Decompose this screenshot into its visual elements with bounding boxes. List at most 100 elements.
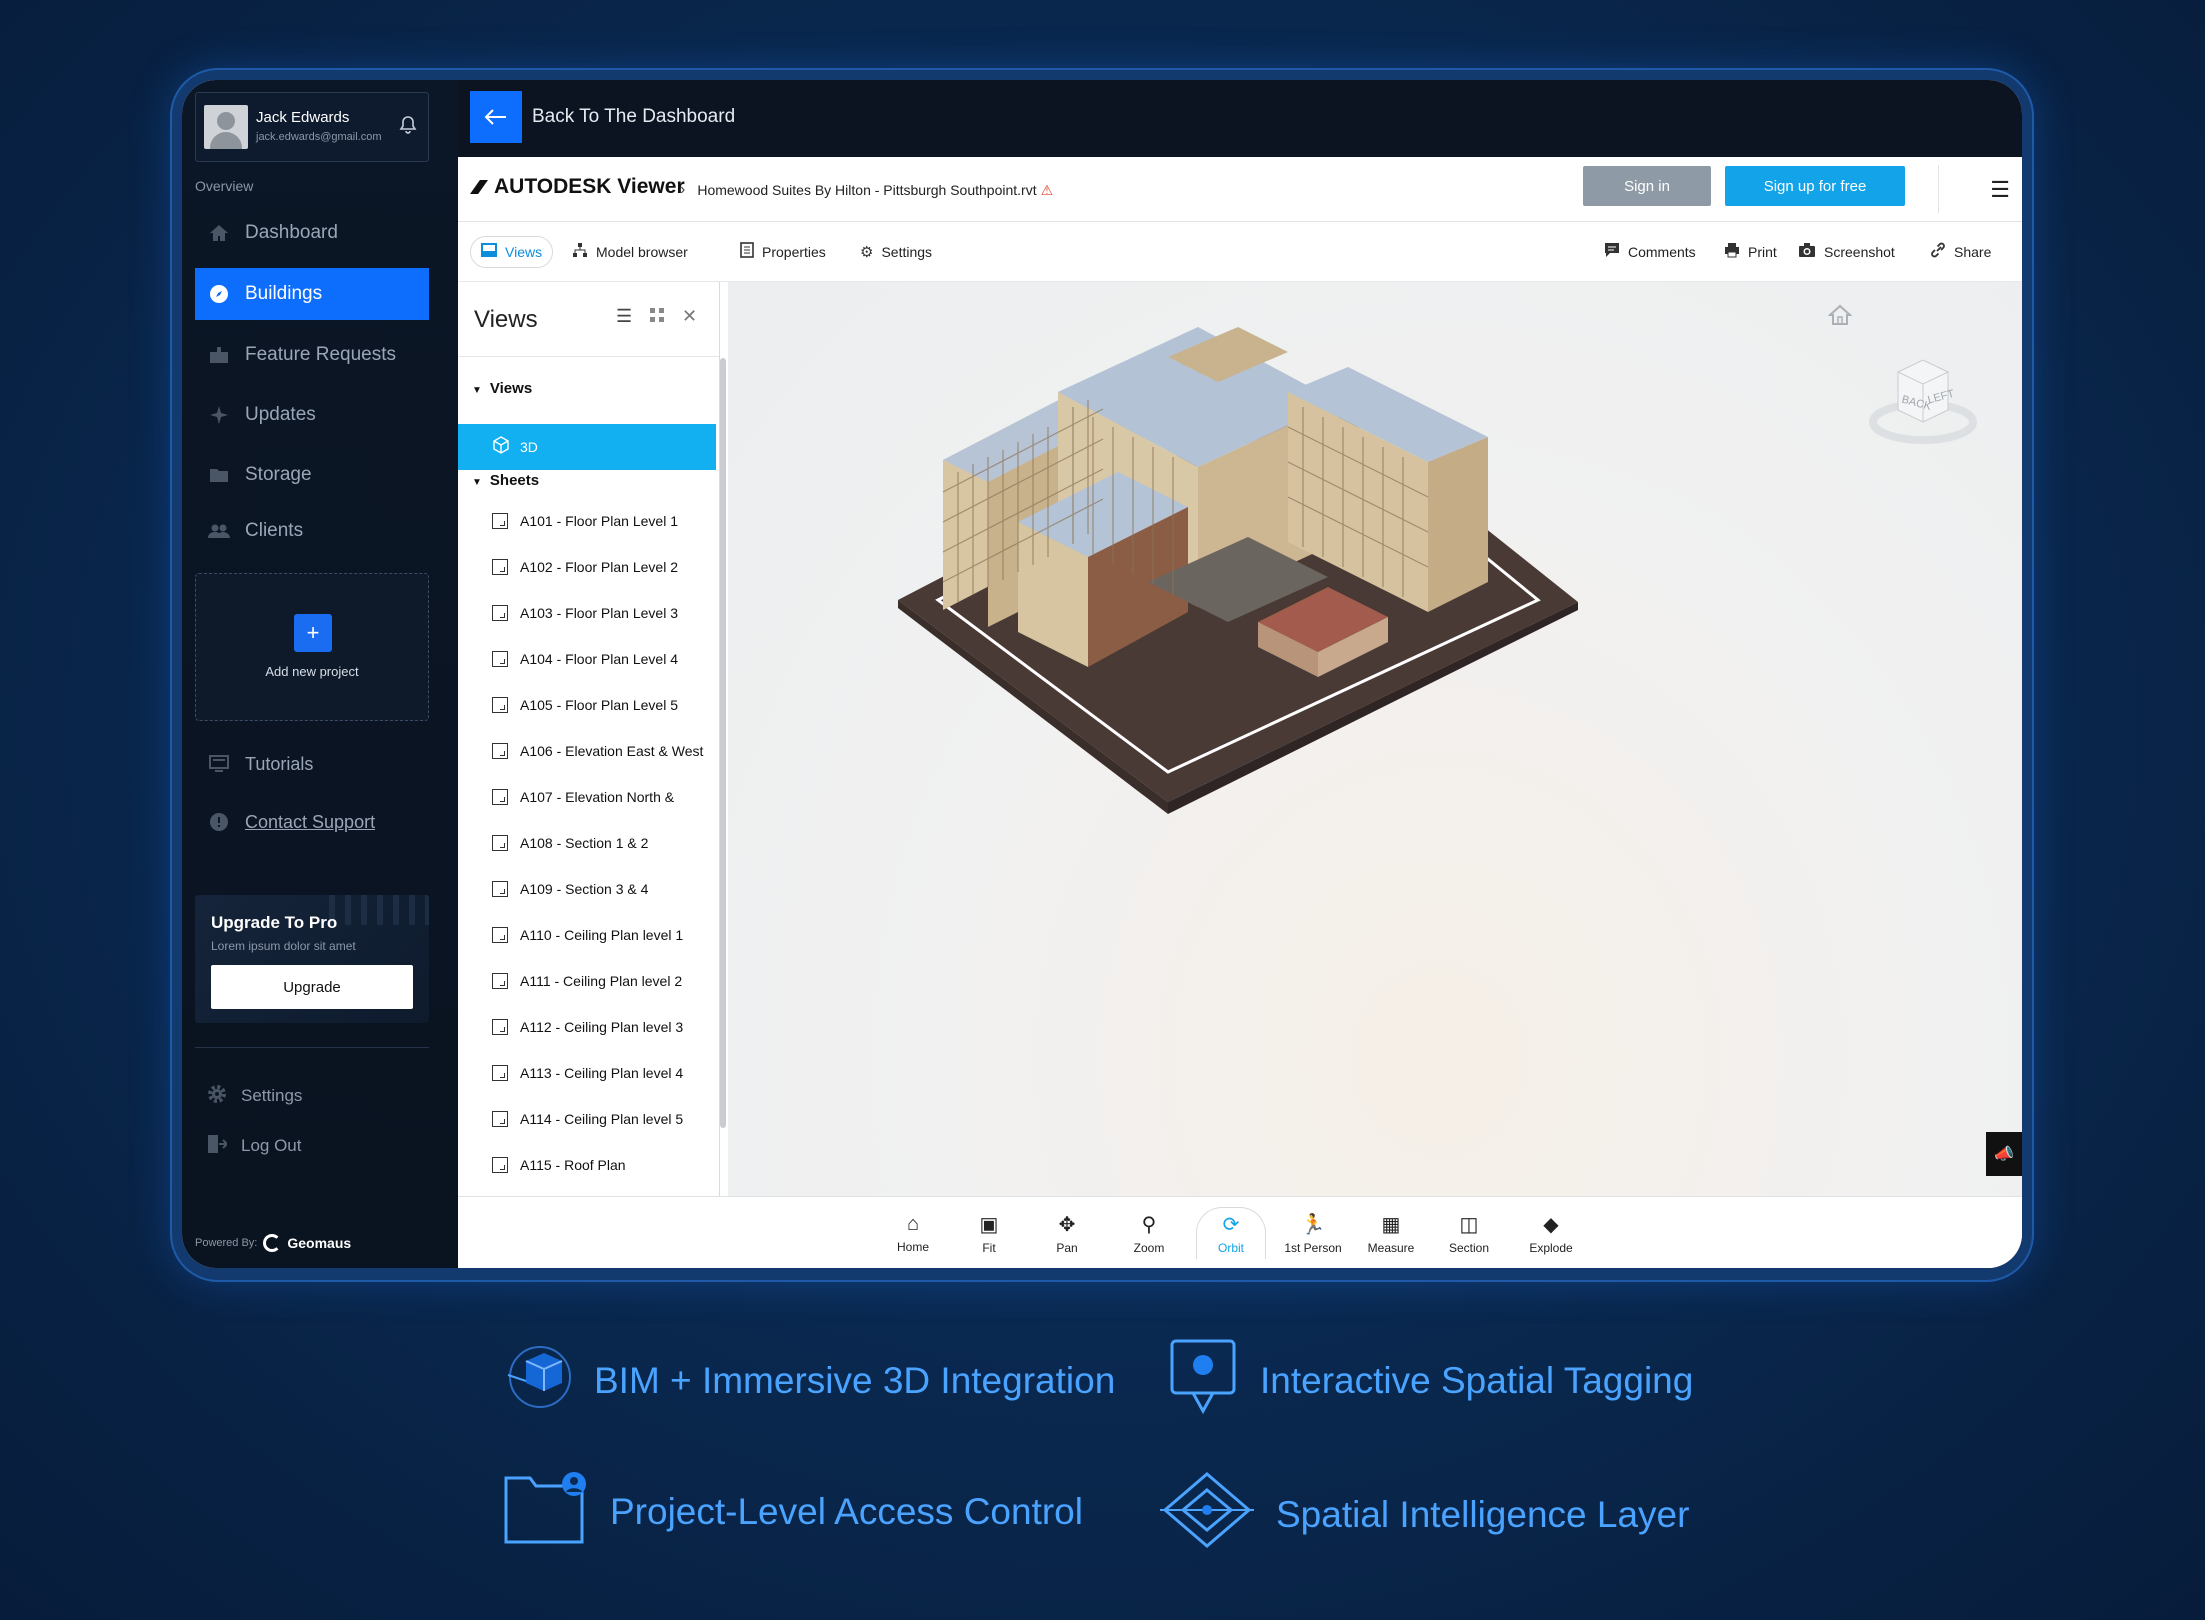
folder-icon [207,463,231,487]
file-name: Homewood Suites By Hilton - Pittsburgh S… [697,182,1037,198]
tool-section[interactable]: ◫ Section [1434,1207,1504,1259]
megaphone-icon[interactable]: 📣 [1986,1132,2022,1176]
tool-label: Orbit [1217,1241,1244,1255]
sheet-item[interactable]: A112 - Ceiling Plan level 3 [492,1014,683,1040]
divider [458,356,719,357]
sparkle-icon [207,403,231,427]
tool-home[interactable]: ⌂ Home [878,1207,948,1259]
building-model [898,327,1578,814]
tab-label: Model browser [596,244,688,260]
3d-viewport[interactable]: BACK LEFT 📣 [728,282,2022,1196]
sidebar-item-settings[interactable]: Settings [195,1076,302,1116]
tab-settings[interactable]: ⚙ Settings [850,236,942,268]
sign-up-button[interactable]: Sign up for free [1725,166,1905,206]
user-card[interactable]: Jack Edwards jack.edwards@gmail.com [195,92,429,162]
feature-spatial-intelligence: Spatial Intelligence Layer [1160,1470,1689,1559]
sidebar-item-buildings[interactable]: Buildings [195,268,429,320]
sheet-icon [492,1157,508,1173]
tool-explode[interactable]: ◆ Explode [1516,1207,1586,1259]
sheet-item[interactable]: A102 - Floor Plan Level 2 [492,554,678,580]
view-item-3d[interactable]: 3D [458,424,716,470]
upgrade-button[interactable]: Upgrade [211,965,413,1009]
bell-icon[interactable] [398,115,420,137]
warning-icon[interactable]: ⚠ [1041,182,1054,199]
avatar [204,105,248,149]
sheet-icon [492,1111,508,1127]
user-name: Jack Edwards [256,109,350,126]
tab-properties[interactable]: Properties [730,236,836,268]
sheet-icon [492,651,508,667]
tool-orbit[interactable]: ⟳ Orbit [1196,1207,1266,1259]
sidebar-item-label: Log Out [241,1136,302,1155]
sheet-item[interactable]: A107 - Elevation North & [492,784,674,810]
sidebar-item-contact-support[interactable]: Contact Support [195,796,429,848]
tool-pan[interactable]: ✥ Pan [1032,1207,1102,1259]
sidebar-item-feature-requests[interactable]: Feature Requests [195,329,429,381]
tool-measure[interactable]: ▦ Measure [1356,1207,1426,1259]
walk-icon: 🏃 [1300,1213,1326,1236]
sidebar-item-clients[interactable]: Clients [195,505,429,557]
sheet-item[interactable]: A111 - Ceiling Plan level 2 [492,968,682,994]
tool-zoom[interactable]: ⚲ Zoom [1114,1207,1184,1259]
app-screen: Jack Edwards jack.edwards@gmail.com Over… [182,80,2022,1268]
sheet-item[interactable]: A114 - Ceiling Plan level 5 [492,1106,683,1132]
list-view-icon[interactable]: ☰ [616,306,632,327]
grid-view-icon[interactable] [650,306,664,327]
sheet-item[interactable]: A104 - Floor Plan Level 4 [492,646,678,672]
sheet-item[interactable]: A105 - Floor Plan Level 5 [492,692,678,718]
sheet-label: A113 - Ceiling Plan level 4 [520,1065,684,1081]
tool-label: Comments [1628,244,1696,260]
cube-icon [504,1335,572,1426]
tool-fit[interactable]: ▣ Fit [954,1207,1024,1259]
sheet-label: A107 - Elevation North & [520,789,675,805]
autodesk-mark-icon [470,180,488,194]
tool-label: Home [896,1239,929,1254]
sheet-item[interactable]: A109 - Section 3 & 4 [492,876,648,902]
screenshot-button[interactable]: Screenshot [1788,236,1905,268]
autodesk-logo-text: AUTODESK Viewer [494,175,685,198]
back-arrow-icon[interactable] [470,91,522,143]
tool-label: Zoom [1133,1240,1165,1255]
panel-scrollbar[interactable] [720,358,726,1128]
views-icon [481,243,497,261]
sheets-section-header[interactable]: ▼ Sheets [472,472,539,489]
cube-icon [492,435,510,459]
sheet-item[interactable]: A106 - Elevation East & West [492,738,703,764]
sheet-item[interactable]: A115 - Roof Plan [492,1152,626,1178]
sheet-item[interactable]: A110 - Ceiling Plan level 1 [492,922,683,948]
tool-label: Print [1748,244,1777,260]
hamburger-menu-icon[interactable]: ☰ [1990,177,2010,203]
views-section-header[interactable]: ▼ Views [472,380,532,397]
tool-label: Fit [982,1240,996,1255]
share-button[interactable]: Share [1920,236,2001,268]
app-sidebar: Jack Edwards jack.edwards@gmail.com Over… [182,80,458,1268]
upgrade-subtitle: Lorem ipsum dolor sit amet [211,939,356,953]
tab-views[interactable]: Views [470,236,554,268]
tool-first-person[interactable]: 🏃 1st Person [1278,1207,1348,1259]
close-icon[interactable]: ✕ [682,306,697,327]
sidebar-item-storage[interactable]: Storage [195,449,429,501]
comments-button[interactable]: Comments [1594,236,1706,268]
home-icon [207,221,231,245]
tab-model-browser[interactable]: Model browser [562,236,698,268]
sheet-item[interactable]: A103 - Floor Plan Level 3 [492,600,678,626]
plus-icon[interactable]: + [294,614,332,652]
sign-in-button[interactable]: Sign in [1583,166,1711,206]
print-button[interactable]: Print [1714,236,1787,268]
sidebar-item-updates[interactable]: Updates [195,389,429,441]
sheet-item[interactable]: A113 - Ceiling Plan level 4 [492,1060,683,1086]
add-new-project[interactable]: + Add new project [195,573,429,721]
comment-icon [1604,242,1620,262]
sheet-item[interactable]: A101 - Floor Plan Level 1 [492,508,678,534]
sheet-item[interactable]: A108 - Section 1 & 2 [492,830,648,856]
sidebar-item-label: Tutorials [245,753,314,774]
tool-label: Share [1954,244,1992,260]
views-panel: Views ☰ ✕ ▼ Views 3D ▼ Sheets A101 - Floor… [458,282,720,1196]
back-to-dashboard-label[interactable]: Back To The Dashboard [532,106,735,128]
sidebar-item-logout[interactable]: Log Out [195,1126,302,1166]
caret-down-icon: ▼ [472,385,482,396]
viewer-toolbar: Views Model browser Properties ⚙ Setting… [458,222,2022,282]
sidebar-item-dashboard[interactable]: Dashboard [195,207,429,259]
sidebar-item-tutorials[interactable]: Tutorials [195,738,429,790]
feature-label: Interactive Spatial Tagging [1260,1359,1694,1401]
